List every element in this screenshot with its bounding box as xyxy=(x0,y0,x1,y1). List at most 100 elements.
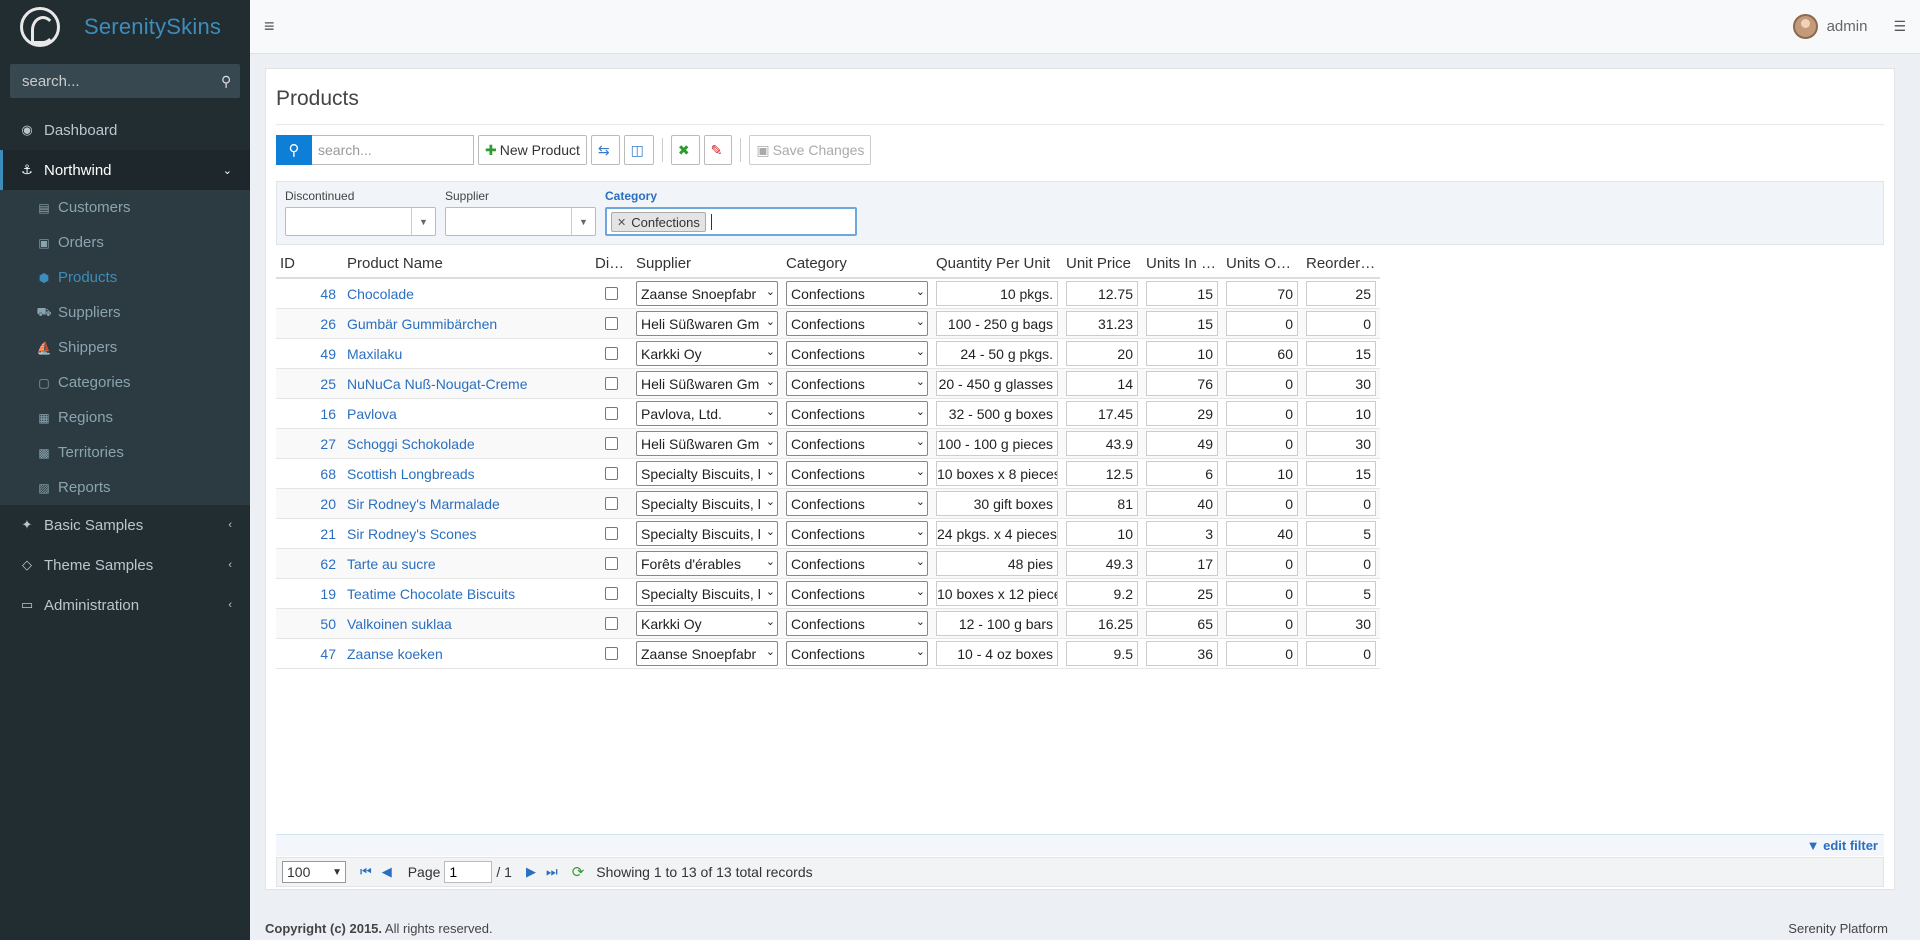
quantity-input[interactable]: 10 boxes x 8 pieces xyxy=(936,461,1058,486)
category-dropdown[interactable]: Confections ⌄ xyxy=(786,551,928,576)
unit-price-input[interactable]: 43.9 xyxy=(1066,431,1138,456)
avatar[interactable] xyxy=(1792,14,1818,39)
discontinued-checkbox[interactable] xyxy=(605,407,618,420)
unit-price-input[interactable]: 12.5 xyxy=(1066,461,1138,486)
sidebar-item-administration[interactable]: ▭ Administration ‹ xyxy=(0,585,250,625)
sidebar-item-products[interactable]: ⬢ Products xyxy=(0,260,250,295)
unit-price-input[interactable]: 12.75 xyxy=(1066,281,1138,306)
unit-price-input[interactable]: 10 xyxy=(1066,521,1138,546)
sidebar-item-shippers[interactable]: ⛵ Shippers xyxy=(0,330,250,365)
category-dropdown[interactable]: Confections ⌄ xyxy=(786,641,928,666)
discontinued-checkbox[interactable] xyxy=(605,437,618,450)
category-dropdown[interactable]: Confections ⌄ xyxy=(786,491,928,516)
column-header-quantity[interactable]: Quantity Per Unit xyxy=(932,249,1062,277)
supplier-dropdown[interactable]: Pavlova, Ltd. ⌄ xyxy=(636,401,778,426)
units-on-order-input[interactable]: 0 xyxy=(1226,641,1298,666)
discontinued-checkbox[interactable] xyxy=(605,317,618,330)
units-in-stock-input[interactable]: 3 xyxy=(1146,521,1218,546)
supplier-dropdown[interactable]: Karkki Oy ⌄ xyxy=(636,341,778,366)
units-on-order-input[interactable]: 0 xyxy=(1226,371,1298,396)
product-name-link[interactable]: Schoggi Schokolade xyxy=(340,436,591,452)
sidebar-item-customers[interactable]: ▤ Customers xyxy=(0,190,250,225)
units-on-order-input[interactable]: 0 xyxy=(1226,581,1298,606)
category-dropdown[interactable]: Confections ⌄ xyxy=(786,341,928,366)
reorder-level-input[interactable]: 0 xyxy=(1306,641,1376,666)
first-page-icon[interactable]: ⏮ xyxy=(360,864,372,880)
product-name-link[interactable]: Teatime Chocolate Biscuits xyxy=(340,586,591,602)
units-in-stock-input[interactable]: 65 xyxy=(1146,611,1218,636)
table-row[interactable]: 49 Maxilaku Karkki Oy ⌄ Confections ⌄ 24 - 50 … xyxy=(276,339,1380,369)
hamburger-icon[interactable]: ≡ xyxy=(264,16,275,37)
table-row[interactable]: 25 NuNuCa Nuß-Nougat-Creme Heli Süßwaren G… xyxy=(276,369,1380,399)
column-picker-button[interactable]: ◫ xyxy=(623,135,654,165)
unit-price-input[interactable]: 14 xyxy=(1066,371,1138,396)
quantity-input[interactable]: 24 pkgs. x 4 pieces xyxy=(936,521,1058,546)
table-row[interactable]: 16 Pavlova Pavlova, Ltd. ⌄ Confections ⌄ 32 - … xyxy=(276,399,1380,429)
supplier-dropdown[interactable]: Karkki Oy ⌄ xyxy=(636,611,778,636)
supplier-select[interactable]: ▼ xyxy=(445,207,596,236)
discontinued-checkbox[interactable] xyxy=(605,557,618,570)
reorder-level-input[interactable]: 10 xyxy=(1306,401,1376,426)
table-row[interactable]: 26 Gumbär Gummibärchen Heli Süßwaren Gm ⌄ Co… xyxy=(276,309,1380,339)
table-row[interactable]: 62 Tarte au sucre Forêts d'érables ⌄ Confect… xyxy=(276,549,1380,579)
new-product-button[interactable]: ✚ New Product xyxy=(478,135,587,165)
sidebar-item-orders[interactable]: ▣ Orders xyxy=(0,225,250,260)
column-header-units-on-order[interactable]: Units On ... xyxy=(1222,249,1302,277)
unit-price-input[interactable]: 9.2 xyxy=(1066,581,1138,606)
logo[interactable]: SerenitySkins xyxy=(0,0,250,54)
unit-price-input[interactable]: 9.5 xyxy=(1066,641,1138,666)
quantity-input[interactable]: 100 - 100 g pieces xyxy=(936,431,1058,456)
unit-price-input[interactable]: 17.45 xyxy=(1066,401,1138,426)
supplier-dropdown[interactable]: Specialty Biscuits, l ⌄ xyxy=(636,491,778,516)
category-select[interactable]: ✕ Confections xyxy=(605,207,857,236)
units-on-order-input[interactable]: 40 xyxy=(1226,521,1298,546)
category-dropdown[interactable]: Confections ⌄ xyxy=(786,461,928,486)
column-header-reorder-level[interactable]: Reorder ... xyxy=(1302,249,1380,277)
column-header-supplier[interactable]: Supplier xyxy=(632,249,782,277)
supplier-dropdown[interactable]: Heli Süßwaren Gm ⌄ xyxy=(636,431,778,456)
excel-export-button[interactable]: ✖ xyxy=(670,135,700,165)
units-on-order-input[interactable]: 0 xyxy=(1226,311,1298,336)
quantity-input[interactable]: 30 gift boxes xyxy=(936,491,1058,516)
sidebar-item-regions[interactable]: ▦ Regions xyxy=(0,400,250,435)
supplier-dropdown[interactable]: Heli Süßwaren Gm ⌄ xyxy=(636,311,778,336)
product-name-link[interactable]: NuNuCa Nuß-Nougat-Creme xyxy=(340,376,591,392)
quantity-input[interactable]: 10 - 4 oz boxes xyxy=(936,641,1058,666)
next-page-icon[interactable]: ▶ xyxy=(526,864,536,880)
page-number-input[interactable] xyxy=(444,861,493,883)
units-on-order-input[interactable]: 10 xyxy=(1226,461,1298,486)
column-header-unit-price[interactable]: Unit Price xyxy=(1062,249,1142,277)
page-size-select[interactable]: 100 ▼ xyxy=(282,861,346,883)
search-icon[interactable]: ⚲ xyxy=(221,73,231,90)
table-row[interactable]: 27 Schoggi Schokolade Heli Süßwaren Gm ⌄ Con… xyxy=(276,429,1380,459)
units-in-stock-input[interactable]: 36 xyxy=(1146,641,1218,666)
units-in-stock-input[interactable]: 15 xyxy=(1146,281,1218,306)
units-in-stock-input[interactable]: 6 xyxy=(1146,461,1218,486)
quick-search-input[interactable] xyxy=(312,135,474,165)
table-row[interactable]: 50 Valkoinen suklaa Karkki Oy ⌄ Confections ⌄… xyxy=(276,609,1380,639)
product-name-link[interactable]: Pavlova xyxy=(340,406,591,422)
supplier-dropdown[interactable]: Specialty Biscuits, l ⌄ xyxy=(636,581,778,606)
column-header-units-in-stock[interactable]: Units In S... xyxy=(1142,249,1222,277)
discontinued-checkbox[interactable] xyxy=(605,377,618,390)
column-header-product-name[interactable]: Product Name xyxy=(340,249,591,277)
reorder-level-input[interactable]: 5 xyxy=(1306,581,1376,606)
reorder-level-input[interactable]: 15 xyxy=(1306,461,1376,486)
reorder-level-input[interactable]: 25 xyxy=(1306,281,1376,306)
user-name[interactable]: admin xyxy=(1827,18,1868,35)
category-dropdown[interactable]: Confections ⌄ xyxy=(786,401,928,426)
product-name-link[interactable]: Maxilaku xyxy=(340,346,591,362)
reorder-level-input[interactable]: 30 xyxy=(1306,371,1376,396)
supplier-dropdown[interactable]: Heli Süßwaren Gm ⌄ xyxy=(636,371,778,396)
quantity-input[interactable]: 48 pies xyxy=(936,551,1058,576)
sidebar-search-input[interactable] xyxy=(22,72,221,90)
table-row[interactable]: 47 Zaanse koeken Zaanse Snoepfabr ⌄ Confecti… xyxy=(276,639,1380,669)
reorder-level-input[interactable]: 0 xyxy=(1306,551,1376,576)
units-on-order-input[interactable]: 0 xyxy=(1226,401,1298,426)
save-changes-button[interactable]: ▣ Save Changes xyxy=(749,135,872,165)
units-in-stock-input[interactable]: 29 xyxy=(1146,401,1218,426)
product-name-link[interactable]: Zaanse koeken xyxy=(340,646,591,662)
category-dropdown[interactable]: Confections ⌄ xyxy=(786,611,928,636)
discontinued-checkbox[interactable] xyxy=(605,617,618,630)
sidebar-item-northwind[interactable]: ⚓ Northwind ⌄ xyxy=(0,150,250,190)
